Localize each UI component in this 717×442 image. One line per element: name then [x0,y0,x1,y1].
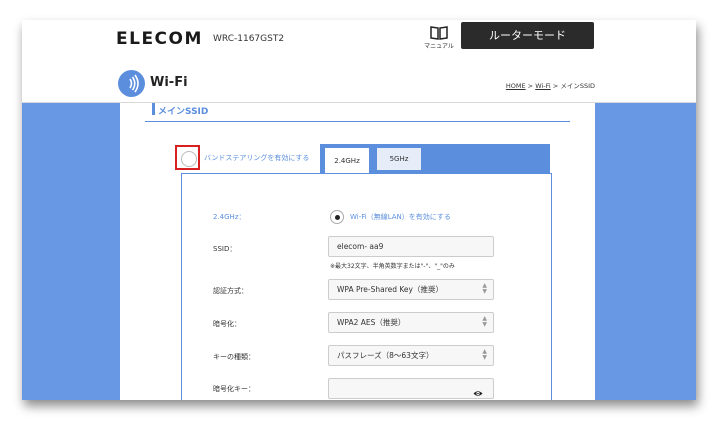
select-arrows-icon: ▲ ▼ [482,282,487,295]
breadcrumb-wifi[interactable]: Wi-Fi [535,82,551,90]
band-tabs: 2.4GHz 5GHz [320,144,550,174]
band-label: 2.4GHz： [213,213,246,221]
wifi-enable-radio[interactable] [330,210,344,224]
auth-method-value: WPA Pre-Shared Key（推奨） [337,285,443,294]
encryption-value: WPA2 AES（推奨） [337,318,406,327]
router-mode-button[interactable]: ルーターモード [461,22,594,49]
elecom-logo: ELECOM [116,29,203,49]
key-type-select[interactable]: パスフレーズ（8～63文字） ▲ ▼ [328,345,494,366]
auth-method-label: 認証方式： [213,287,248,295]
main-content: メインSSID バンドステアリングを有効にする 2.4GHz 5GHz 2.4G… [120,103,595,400]
manual-label: マニュアル [424,43,454,50]
encryption-select[interactable]: WPA2 AES（推奨） ▲ ▼ [328,312,494,333]
encryption-key-label: 暗号化キー： [213,385,255,393]
breadcrumb-home[interactable]: HOME [506,82,526,90]
band-steering-highlight [175,145,200,170]
key-type-label: キーの種類： [213,353,255,361]
breadcrumb: HOME > Wi-Fi > メインSSID [506,80,595,90]
band-steering-label[interactable]: バンドステアリングを有効にする [204,153,309,163]
model-name: WRC-1167GST2 [213,34,285,44]
breadcrumb-current: メインSSID [560,82,595,90]
eye-icon[interactable] [473,385,483,396]
section-marker [152,103,155,115]
encryption-label: 暗号化： [213,320,241,328]
section-underline [145,121,570,122]
ssid-input[interactable]: elecom- aa9 [328,236,494,257]
breadcrumb-separator: > [550,82,561,90]
manual-button[interactable]: マニュアル [423,25,455,50]
side-panel-right [595,103,696,400]
breadcrumb-separator: > [525,82,536,90]
section-title: メインSSID [158,107,209,117]
wifi-enable-label[interactable]: Wi-Fi（無線LAN）を有効にする [350,212,451,222]
select-arrows-icon: ▲ ▼ [482,315,487,328]
book-icon [430,25,448,40]
ssid-label: SSID： [213,245,237,253]
side-panel-left [22,103,120,400]
ssid-note: ※最大32文字、半角英数字または"-"、"_"のみ [330,263,455,270]
wifi-icon [118,70,145,97]
key-type-value: パスフレーズ（8～63文字） [337,351,434,360]
auth-method-select[interactable]: WPA Pre-Shared Key（推奨） ▲ ▼ [328,279,494,300]
tab-5ghz[interactable]: 5GHz [377,148,421,170]
header: ELECOM WRC-1167GST2 マニュアル ルーターモード [22,20,696,66]
band-steering-checkbox[interactable] [181,151,197,167]
ssid-settings-panel: 2.4GHz： Wi-Fi（無線LAN）を有効にする SSID： elecom-… [181,173,552,400]
router-admin-window: ELECOM WRC-1167GST2 マニュアル ルーターモード Wi-Fi … [22,20,696,400]
page-titlebar: Wi-Fi HOME > Wi-Fi > メインSSID [22,66,696,102]
page-title: Wi-Fi [150,75,188,90]
tab-2-4ghz[interactable]: 2.4GHz [325,148,369,174]
select-arrows-icon: ▲ ▼ [482,348,487,361]
encryption-key-input[interactable] [328,378,494,399]
